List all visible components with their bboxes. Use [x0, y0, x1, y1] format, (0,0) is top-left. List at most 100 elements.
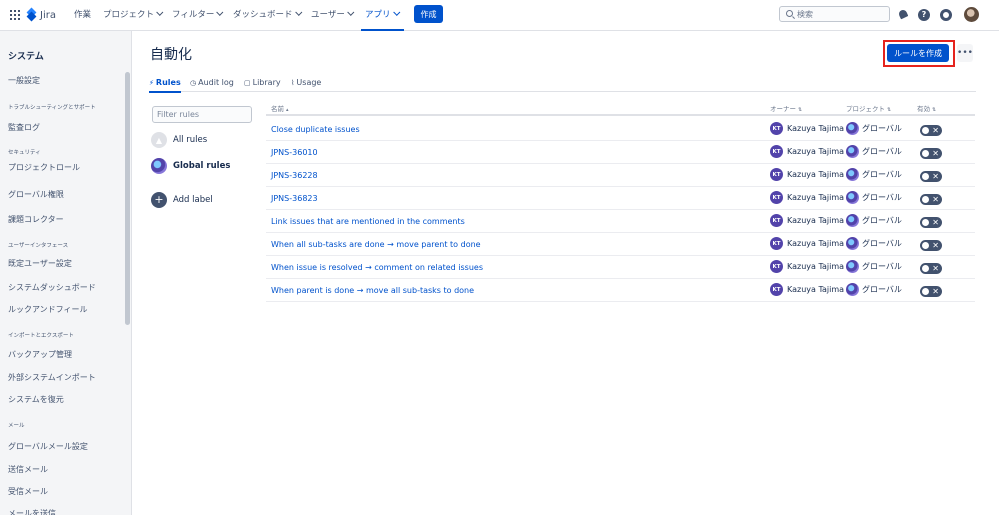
- sidebar-title: システム: [8, 52, 44, 62]
- enabled-toggle[interactable]: ✕: [920, 263, 942, 274]
- project-name: グローバル: [862, 239, 902, 248]
- enabled-toggle[interactable]: ✕: [920, 240, 942, 251]
- sidebar-scrollbar[interactable]: [125, 72, 130, 325]
- filter-rules-input[interactable]: Filter rules: [152, 106, 252, 123]
- globe-icon: [846, 237, 859, 250]
- header-enabled[interactable]: 有効 ⇅: [917, 103, 936, 113]
- top-navigation: Jira 作業 プロジェクト フィルター ダッシュボード ユーザー アプリ 作成 検索 ?: [0, 0, 999, 31]
- nav-item-2[interactable]: フィルター: [172, 8, 224, 20]
- search-input[interactable]: 検索: [779, 6, 890, 22]
- rule-name-link[interactable]: When all sub-tasks are done → move paren…: [271, 240, 481, 249]
- sidebar-item[interactable]: ルックアンドフィール: [8, 304, 88, 315]
- jira-logo[interactable]: Jira: [26, 7, 56, 22]
- header-name[interactable]: 名前 ▴: [271, 103, 289, 113]
- rule-name-link[interactable]: JPNS-36010: [271, 148, 318, 157]
- sidebar-item[interactable]: 受信メール: [8, 486, 48, 497]
- owner-name: Kazuya Tajima: [787, 170, 845, 179]
- header-project[interactable]: プロジェクト ⇅: [846, 103, 891, 113]
- tab-library[interactable]: ▢ Library: [244, 78, 281, 87]
- nav-item-label: アプリ: [365, 10, 391, 20]
- user-avatar[interactable]: [964, 7, 979, 22]
- tab-usage[interactable]: ⌇ Usage: [291, 78, 321, 87]
- nav-item-0[interactable]: 作業: [74, 8, 91, 20]
- project-name: グローバル: [862, 285, 902, 294]
- rule-name-link[interactable]: Link issues that are mentioned in the co…: [271, 217, 465, 226]
- tab-rules[interactable]: ⚡ Rules: [149, 78, 181, 93]
- sidebar-item[interactable]: システムダッシュボード: [8, 282, 96, 293]
- enabled-toggle[interactable]: ✕: [920, 125, 942, 136]
- enabled-toggle[interactable]: ✕: [920, 171, 942, 182]
- globe-icon: [846, 191, 859, 204]
- logo-text: Jira: [40, 9, 56, 21]
- table-row: When all sub-tasks are done → move paren…: [266, 233, 975, 256]
- enabled-toggle[interactable]: ✕: [920, 217, 942, 228]
- chevron-down-icon: [216, 8, 224, 16]
- notifications-icon[interactable]: [897, 9, 909, 21]
- project-name: グローバル: [862, 170, 902, 179]
- sidebar-item[interactable]: プロジェクトロール: [8, 162, 80, 173]
- globe-icon: [151, 158, 167, 174]
- rule-name-link[interactable]: JPNS-36228: [271, 171, 318, 180]
- nav-item-1[interactable]: プロジェクト: [103, 8, 164, 20]
- sidebar-section-heading: トラブルシューティングとサポート: [8, 105, 96, 111]
- rule-name-link[interactable]: Close duplicate issues: [271, 125, 360, 134]
- table-row: JPNS-36228 KT Kazuya Tajima グローバル ✕: [266, 164, 975, 187]
- sidebar-item[interactable]: バックアップ管理: [8, 349, 72, 360]
- owner-name: Kazuya Tajima: [787, 193, 845, 202]
- rule-project: グローバル: [846, 214, 902, 227]
- rule-owner: KT Kazuya Tajima: [770, 122, 844, 135]
- jira-logo-icon: [26, 7, 37, 22]
- nav-item-3[interactable]: ダッシュボード: [233, 8, 302, 20]
- sort-icon: ⇅: [932, 107, 937, 113]
- tab-label: Usage: [296, 78, 322, 87]
- enabled-toggle[interactable]: ✕: [920, 148, 942, 159]
- sidebar-item[interactable]: 課題コレクター: [8, 214, 64, 225]
- sidebar-item[interactable]: 一般設定: [8, 75, 40, 86]
- filter-placeholder: Filter rules: [157, 110, 200, 119]
- tab-label: Audit log: [198, 78, 234, 87]
- rule-name-link[interactable]: When issue is resolved → comment on rela…: [271, 263, 483, 272]
- label-add[interactable]: + Add label: [151, 192, 213, 208]
- highlight-box: [883, 40, 955, 67]
- sidebar-item[interactable]: システムを復元: [8, 394, 64, 405]
- table-header: 名前 ▴ オーナー ⇅ プロジェクト ⇅ 有効 ⇅: [266, 100, 975, 116]
- owner-avatar: KT: [770, 214, 783, 227]
- add-icon: +: [151, 192, 167, 208]
- sidebar-item[interactable]: グローバル権限: [8, 189, 64, 200]
- apps-grid-icon[interactable]: [10, 10, 20, 20]
- owner-avatar: KT: [770, 145, 783, 158]
- nav-item-5[interactable]: アプリ: [361, 8, 403, 31]
- label-all[interactable]: ▲ All rules: [151, 132, 207, 148]
- nav-item-4[interactable]: ユーザー: [311, 8, 355, 20]
- globe-icon: [846, 122, 859, 135]
- rule-name-link[interactable]: JPNS-36823: [271, 194, 318, 203]
- sidebar-item[interactable]: グローバルメール設定: [8, 441, 88, 452]
- owner-name: Kazuya Tajima: [787, 124, 845, 133]
- owner-avatar: KT: [770, 237, 783, 250]
- more-actions-button[interactable]: •••: [957, 44, 973, 62]
- rule-project: グローバル: [846, 191, 902, 204]
- table-row: Link issues that are mentioned in the co…: [266, 210, 975, 233]
- help-icon[interactable]: ?: [918, 9, 930, 21]
- rule-project: グローバル: [846, 145, 902, 158]
- label-global[interactable]: Global rules: [151, 158, 230, 174]
- close-icon: ✕: [932, 126, 939, 135]
- sidebar-item[interactable]: 外部システムインポート: [8, 372, 96, 383]
- sidebar-item[interactable]: 監査ログ: [8, 122, 40, 133]
- enabled-toggle[interactable]: ✕: [920, 194, 942, 205]
- sidebar-item[interactable]: 既定ユーザー設定: [8, 258, 72, 269]
- sidebar-section-heading: インポートとエクスポート: [8, 333, 74, 339]
- globe-icon: [846, 283, 859, 296]
- settings-icon[interactable]: [940, 9, 952, 21]
- sidebar-item[interactable]: 送信メール: [8, 464, 48, 475]
- table-row: When parent is done → move all sub-tasks…: [266, 279, 975, 302]
- sidebar-item[interactable]: メールを送信: [8, 508, 56, 515]
- header-owner[interactable]: オーナー ⇅: [770, 103, 802, 113]
- label-text: Global rules: [173, 161, 231, 171]
- chevron-down-icon: [392, 8, 400, 16]
- owner-name: Kazuya Tajima: [787, 216, 845, 225]
- create-button[interactable]: 作成: [414, 5, 443, 23]
- enabled-toggle[interactable]: ✕: [920, 286, 942, 297]
- tab-audit-log[interactable]: ◷ Audit log: [190, 78, 234, 87]
- rule-name-link[interactable]: When parent is done → move all sub-tasks…: [271, 286, 474, 295]
